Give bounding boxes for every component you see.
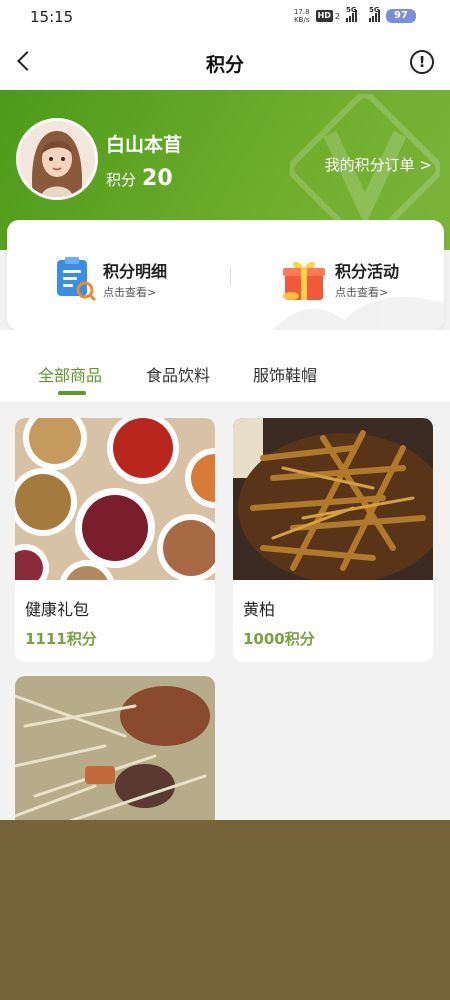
network-speed: 17.8 KB/s: [294, 8, 310, 24]
product-image: [233, 418, 433, 580]
signal-label-2: 5G: [369, 6, 380, 14]
product-image: [15, 418, 215, 580]
bottom-overlay: [0, 820, 450, 1000]
status-icons: 17.8 KB/s HD 2 5G 5G 97: [294, 6, 416, 24]
tab-food-drinks[interactable]: 食品饮料: [146, 362, 210, 386]
hd-icon: HD: [315, 10, 333, 22]
tab-all-products[interactable]: 全部商品: [38, 362, 102, 386]
hd-label: HD: [317, 11, 331, 20]
points-label: 积分: [106, 171, 137, 189]
product-price: 1111积分: [25, 630, 97, 648]
gift-box-icon: [283, 261, 325, 300]
product-price: 1000积分: [243, 630, 315, 648]
divider: [230, 268, 231, 286]
points-detail-button[interactable]: 积分明细 点击查看>: [51, 254, 167, 304]
my-points-orders-link[interactable]: 我的积分订单 >: [325, 154, 432, 175]
points-summary: 积分 20: [106, 166, 173, 191]
signal-icon-2: 5G: [369, 6, 380, 22]
avatar-portrait-icon: [19, 121, 95, 197]
page-title: 积分: [205, 54, 244, 76]
tab-apparel[interactable]: 服饰鞋帽: [253, 362, 317, 386]
points-value: 20: [142, 166, 173, 191]
clipboard-search-icon: [57, 257, 97, 302]
quick-actions-card: 积分明细 点击查看> 积分活动 点击查看>: [7, 220, 444, 330]
points-detail-title: 积分明细: [103, 262, 168, 281]
product-card[interactable]: 健康礼包 1111积分: [15, 418, 215, 662]
nav-bar: 积分 !: [0, 34, 450, 90]
product-name: 健康礼包: [25, 600, 90, 619]
user-name: 白山本苜: [106, 134, 183, 156]
product-name: 黄柏: [243, 600, 276, 619]
points-activity-button[interactable]: 积分活动 点击查看>: [279, 254, 399, 304]
status-bar: 15:15 17.8 KB/s HD 2 5G 5G 97: [0, 0, 450, 34]
product-card[interactable]: 黄柏 1000积分: [233, 418, 433, 662]
battery-icon: 97: [386, 9, 416, 23]
network-speed-value: 17.8: [293, 8, 310, 16]
status-time: 15:15: [30, 8, 74, 26]
product-image: [15, 676, 215, 838]
points-detail-subtitle: 点击查看>: [103, 286, 157, 299]
avatar[interactable]: [16, 118, 98, 200]
category-tabs: 全部商品 食品饮料 服饰鞋帽: [0, 330, 450, 402]
signal-label: 5G: [346, 6, 357, 14]
tab-active-indicator: [58, 391, 86, 395]
points-activity-subtitle: 点击查看>: [335, 286, 389, 299]
info-icon[interactable]: !: [410, 50, 434, 74]
hd-sub-label: 2: [334, 11, 340, 21]
signal-icon: 5G: [346, 6, 357, 22]
points-activity-title: 积分活动: [335, 262, 400, 281]
network-speed-unit: KB/s: [294, 16, 310, 24]
